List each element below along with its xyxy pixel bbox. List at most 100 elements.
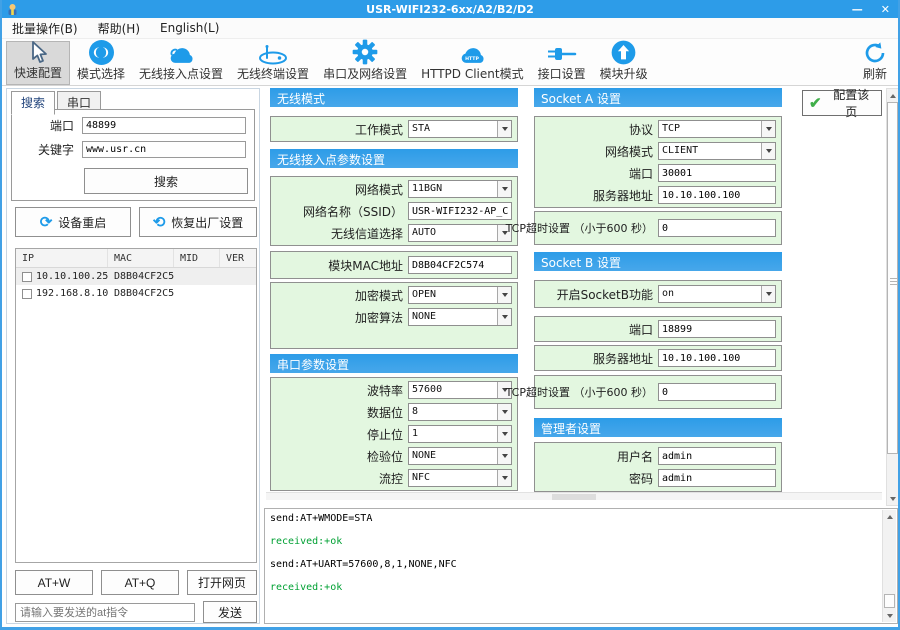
- table-row[interactable]: 192.168.8.104 D8B04CF2C578: [16, 285, 256, 302]
- window-title: USR-WIFI232-6xx/A2/B2/D2: [2, 3, 898, 16]
- data-bits-select[interactable]: 8: [408, 403, 512, 421]
- socket-b-timeout-panel: TCP超时设置 （小于600 秒）: [534, 375, 782, 409]
- mac-panel: 模块MAC地址: [270, 251, 518, 279]
- at-command-log[interactable]: send:AT+WMODE=STA received:+ok send:AT+U…: [264, 508, 898, 624]
- keyword-input[interactable]: [82, 141, 246, 158]
- refresh-icon: [863, 41, 887, 65]
- toolbar-label: 快速配置: [14, 64, 62, 81]
- open-webpage-button[interactable]: 打开网页: [187, 570, 257, 595]
- toolbar-label: 模式选择: [77, 65, 125, 82]
- scroll-up-icon[interactable]: [883, 510, 896, 523]
- username-input[interactable]: [658, 447, 776, 465]
- port-input[interactable]: [82, 117, 246, 134]
- scrollbar-thumb[interactable]: [887, 102, 898, 454]
- mac-label: 模块MAC地址: [328, 257, 403, 274]
- close-icon[interactable]: ✕: [881, 3, 890, 16]
- socket-a-timeout-input[interactable]: [658, 219, 776, 237]
- socket-a-timeout-label: TCP超时设置 （小于600 秒）: [506, 220, 653, 236]
- net-mode-select[interactable]: 11BGN: [408, 180, 512, 198]
- socket-b-enable-select[interactable]: on: [658, 285, 776, 303]
- at-command-input[interactable]: [15, 603, 195, 622]
- config-area: 无线模式 工作模式 STA 无线接入点参数设置 网络模式 11BGN 网络名称（…: [264, 88, 900, 506]
- toolbar-wifi-terminal-settings[interactable]: 无线终端设置: [230, 41, 316, 85]
- scroll-down-icon[interactable]: [887, 492, 898, 505]
- flow-select[interactable]: NFC: [408, 469, 512, 487]
- row-checkbox[interactable]: [22, 289, 32, 299]
- search-button[interactable]: 搜索: [84, 168, 248, 194]
- search-tab-page: 端口 关键字 搜索: [11, 109, 255, 201]
- protocol-label: 协议: [629, 121, 653, 138]
- socket-b-port-input[interactable]: [658, 320, 776, 338]
- toolbar-wifi-ap-settings[interactable]: 无线接入点设置: [132, 41, 230, 85]
- toolbar-label: 串口及网络设置: [323, 65, 407, 82]
- restart-label: 设备重启: [58, 214, 106, 231]
- minimize-icon[interactable]: —: [852, 3, 863, 16]
- channel-select[interactable]: AUTO: [408, 224, 512, 242]
- restart-icon: ⟳: [40, 215, 53, 230]
- enc-alg-select[interactable]: NONE: [408, 308, 512, 326]
- column-ip[interactable]: IP: [16, 249, 108, 267]
- menu-help[interactable]: 帮助(H): [88, 20, 150, 37]
- enc-mode-select[interactable]: OPEN: [408, 286, 512, 304]
- config-horizontal-scrollbar[interactable]: [266, 492, 882, 500]
- toolbar-module-upgrade[interactable]: 模块升级: [593, 41, 655, 85]
- protocol-select[interactable]: TCP: [658, 120, 776, 138]
- net-mode-label: 网络模式: [355, 181, 403, 198]
- menu-batch-operation[interactable]: 批量操作(B): [2, 20, 88, 37]
- toolbar-label: 无线终端设置: [237, 65, 309, 82]
- socket-a-net-mode-select[interactable]: CLIENT: [658, 142, 776, 160]
- at-w-button[interactable]: AT+W: [15, 570, 93, 595]
- socket-a-net-mode-label: 网络模式: [605, 143, 653, 160]
- table-row[interactable]: 10.10.100.254 D8B04CF2C574: [16, 268, 256, 285]
- device-ip: 192.168.8.104: [36, 288, 108, 299]
- stop-bits-select[interactable]: 1: [408, 425, 512, 443]
- factory-reset-label: 恢复出厂设置: [171, 214, 243, 231]
- column-ver[interactable]: VER: [220, 249, 256, 267]
- socket-config-column: Socket A 设置 协议 TCP 网络模式 CLIENT 端口 服务器地址: [534, 88, 782, 492]
- send-button[interactable]: 发送: [203, 601, 257, 623]
- config-vertical-scrollbar[interactable]: [886, 88, 899, 506]
- baud-select[interactable]: 57600: [408, 381, 512, 399]
- section-header-ap-settings: 无线接入点参数设置: [270, 149, 518, 168]
- scrollbar-thumb[interactable]: [884, 594, 895, 608]
- at-q-button[interactable]: AT+Q: [101, 570, 179, 595]
- password-input[interactable]: [658, 469, 776, 487]
- toolbar-serial-network-settings[interactable]: 串口及网络设置: [316, 41, 414, 85]
- row-checkbox[interactable]: [22, 272, 32, 282]
- log-vertical-scrollbar[interactable]: [882, 510, 896, 622]
- factory-reset-button[interactable]: ⟲ 恢复出厂设置: [139, 207, 257, 237]
- tab-search[interactable]: 搜索: [11, 91, 55, 115]
- socket-a-port-input[interactable]: [658, 164, 776, 182]
- parity-select[interactable]: NONE: [408, 447, 512, 465]
- menu-english[interactable]: English(L): [150, 21, 229, 35]
- toolbar-refresh[interactable]: 刷新: [856, 41, 894, 85]
- mac-input[interactable]: [408, 256, 512, 274]
- wifi-terminal-icon: [257, 43, 289, 65]
- work-mode-select[interactable]: STA: [408, 120, 512, 138]
- socket-a-server-input[interactable]: [658, 186, 776, 204]
- scroll-down-icon[interactable]: [883, 609, 896, 622]
- column-mac[interactable]: MAC: [108, 249, 174, 267]
- device-table-header: IP MAC MID VER: [16, 249, 256, 268]
- apply-page-button[interactable]: ✔ 配置该页: [802, 90, 882, 116]
- device-restart-button[interactable]: ⟳ 设备重启: [15, 207, 131, 237]
- ap-params-panel: 网络模式 11BGN 网络名称（SSID） 无线信道选择 AUTO: [270, 176, 518, 246]
- cursor-arrow-icon: [27, 40, 49, 64]
- scroll-up-icon[interactable]: [887, 89, 898, 102]
- toolbar-interface-settings[interactable]: 接口设置: [531, 41, 593, 85]
- enc-alg-label: 加密算法: [355, 309, 403, 326]
- chevron-down-icon: [761, 143, 775, 159]
- enc-mode-label: 加密模式: [355, 287, 403, 304]
- chevron-down-icon: [497, 470, 511, 486]
- socket-b-server-input[interactable]: [658, 349, 776, 367]
- toolbar-mode-select[interactable]: ❨❩ 模式选择: [70, 41, 132, 85]
- column-mid[interactable]: MID: [174, 249, 220, 267]
- socket-a-server-label: 服务器地址: [593, 187, 653, 204]
- toolbar-label: 接口设置: [538, 65, 586, 82]
- device-table: IP MAC MID VER 10.10.100.254 D8B04CF2C57…: [15, 248, 257, 563]
- scrollbar-thumb[interactable]: [552, 494, 596, 500]
- socket-b-timeout-input[interactable]: [658, 383, 776, 401]
- ssid-input[interactable]: [408, 202, 512, 220]
- toolbar-httpd-client-mode[interactable]: HTTP HTTPD Client模式: [414, 41, 531, 85]
- toolbar-quick-config[interactable]: 快速配置: [6, 41, 70, 85]
